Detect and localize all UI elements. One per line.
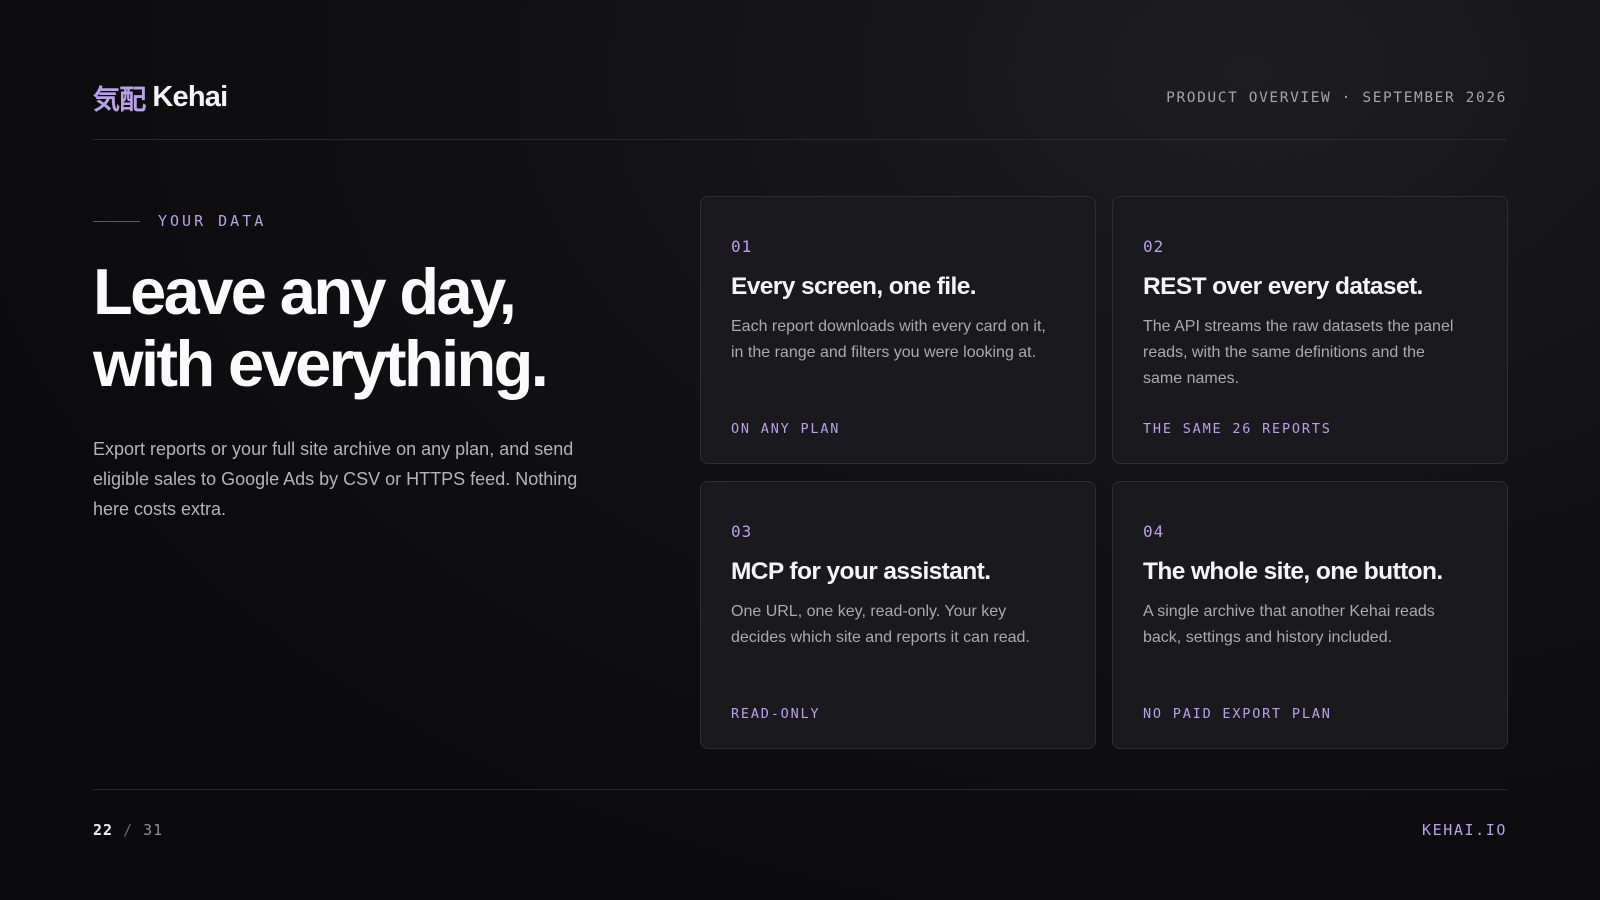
lede-paragraph: Export reports or your full site archive… — [93, 439, 578, 519]
card-body: The API streams the raw datasets the pan… — [1143, 318, 1454, 387]
slide-header: 気配 Kehai PRODUCT OVERVIEW · SEPTEMBER 20… — [93, 78, 1507, 140]
feature-card-rest-api: 02 REST over every dataset. The API stre… — [1112, 196, 1508, 464]
page-counter: 22 / 31 — [93, 821, 163, 839]
feature-card-exports: 01 Every screen, one file. Each report d… — [700, 196, 1096, 464]
eyebrow: YOUR DATA — [93, 212, 633, 230]
card-tag: READ-ONLY — [731, 706, 821, 722]
slide-footer: 22 / 31 KEHAI.IO — [93, 789, 1507, 839]
headline-line-1: Leave any day, — [93, 255, 517, 328]
site-link[interactable]: KEHAI.IO — [1422, 821, 1507, 839]
brand-logo[interactable]: 気配 Kehai — [93, 78, 228, 117]
card-tag: ON ANY PLAN — [731, 421, 841, 437]
card-title: MCP for your assistant. — [731, 558, 991, 585]
card-title: REST over every dataset. — [1143, 273, 1423, 300]
logo-name: Kehai — [152, 81, 228, 113]
eyebrow-label: YOUR DATA — [158, 212, 267, 230]
card-number: 01 — [731, 237, 753, 256]
header-meta: PRODUCT OVERVIEW · SEPTEMBER 2026 — [1166, 90, 1507, 106]
card-title: Every screen, one file. — [731, 273, 977, 300]
card-tag: THE SAME 26 REPORTS — [1143, 421, 1332, 437]
headline-line-2: with everything. — [93, 327, 549, 400]
headline: Leave any day, with everything. — [93, 256, 633, 400]
page-current: 22 — [93, 821, 114, 839]
card-body: A single archive that another Kehai read… — [1143, 603, 1435, 646]
logo-mark: 気配 — [93, 85, 146, 116]
card-number: 04 — [1143, 522, 1165, 541]
card-tag: NO PAID EXPORT PLAN — [1143, 706, 1332, 722]
card-number: 03 — [731, 522, 753, 541]
eyebrow-rule — [93, 220, 140, 222]
card-number: 02 — [1143, 237, 1165, 256]
card-title: The whole site, one button. — [1143, 558, 1443, 585]
card-body: One URL, one key, read-only. Your key de… — [731, 603, 1030, 646]
feature-card-site-archive: 04 The whole site, one button. A single … — [1112, 481, 1508, 749]
feature-card-mcp: 03 MCP for your assistant. One URL, one … — [700, 481, 1096, 749]
page-separator: / — [123, 821, 134, 839]
intro-section: YOUR DATA Leave any day, with everything… — [93, 212, 633, 524]
card-body: Each report downloads with every card on… — [731, 318, 1046, 361]
page-total: 31 — [143, 821, 164, 839]
